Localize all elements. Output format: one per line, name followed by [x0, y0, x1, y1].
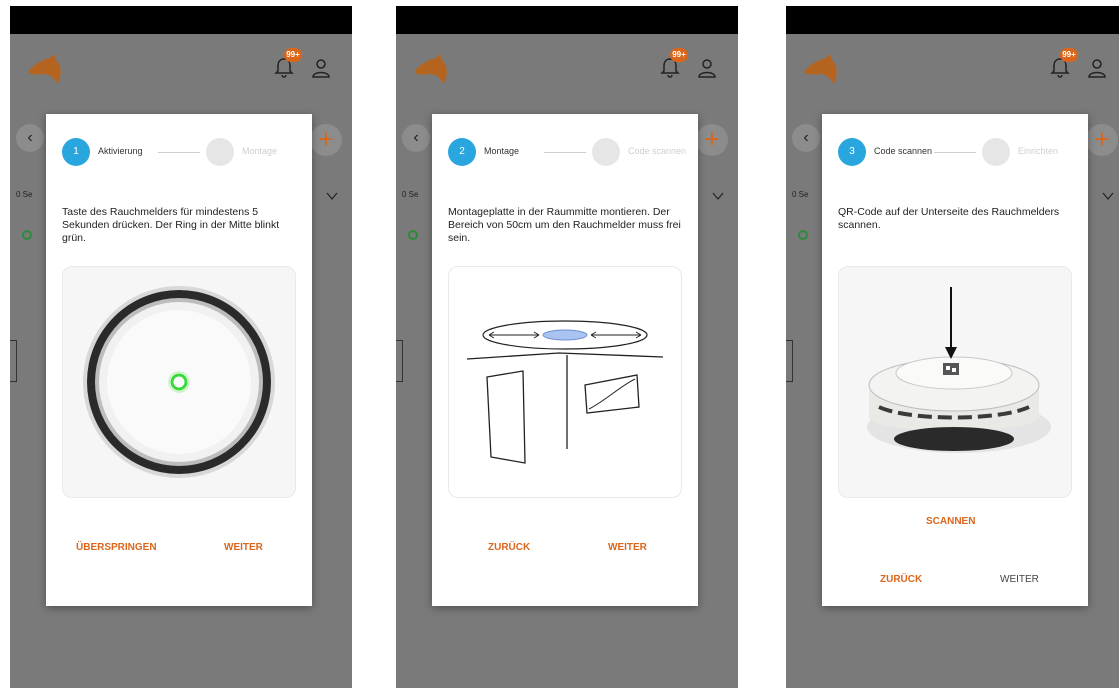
side-handle[interactable] — [396, 340, 403, 382]
back-button[interactable]: ‹ — [16, 124, 44, 152]
horse-logo-icon — [28, 54, 61, 84]
instruction-text: QR-Code auf der Unterseite des Rauchmeld… — [838, 206, 1060, 231]
side-handle[interactable] — [10, 340, 17, 382]
step-indicator-next: 2 — [206, 138, 234, 166]
chevron-down-icon[interactable] — [326, 190, 338, 202]
step-indicator-next: 4 — [982, 138, 1010, 166]
app-bar: 99+ — [10, 34, 352, 100]
notification-badge: 99+ — [284, 48, 302, 62]
app-bar: 99+ — [786, 34, 1119, 100]
next-button[interactable]: WEITER — [608, 542, 647, 553]
side-handle[interactable] — [786, 340, 793, 382]
background-list-text: 0 Se — [402, 190, 419, 199]
notification-badge: 99+ — [670, 48, 688, 62]
mounting-diagram-icon — [466, 320, 664, 464]
back-button[interactable]: ‹ — [402, 124, 430, 152]
app-bar: 99+ — [396, 34, 738, 100]
instruction-image — [448, 266, 682, 498]
scan-button[interactable]: SCANNEN — [926, 516, 975, 527]
stepper: 2 Montage 3 Code scannen — [448, 138, 698, 168]
setup-dialog: 3 Code scannen 4 Einrichten QR-Code auf … — [822, 114, 1088, 606]
smoke-detector-top-view-icon — [83, 286, 275, 478]
phone-screen-3: 99+ ‹ + 0 Se 3 Code scannen 4 Einrichten… — [786, 6, 1119, 688]
step-title: Aktivierung — [98, 146, 143, 156]
phone-screen-2: 99+ ‹ + 0 Se 2 Montage 3 Code scannen Mo… — [396, 6, 738, 688]
status-dot-icon — [798, 230, 808, 240]
stepper: 3 Code scannen 4 Einrichten — [838, 138, 1088, 168]
chevron-down-icon[interactable] — [1102, 190, 1114, 202]
step-indicator-active: 1 — [62, 138, 90, 166]
status-dot-icon — [22, 230, 32, 240]
back-button[interactable]: ZURÜCK — [488, 542, 530, 553]
step-indicator-active: 3 — [838, 138, 866, 166]
step-connector — [934, 152, 976, 153]
instruction-text: Taste des Rauchmelders für mindestens 5 … — [62, 206, 280, 244]
background-list-text: 0 Se — [792, 190, 809, 199]
instruction-image — [838, 266, 1072, 498]
status-dot-icon — [408, 230, 418, 240]
stepper: 1 Aktivierung 2 Montage — [62, 138, 312, 168]
next-step-title: Montage — [242, 146, 278, 156]
step-indicator-next: 3 — [592, 138, 620, 166]
setup-dialog: 1 Aktivierung 2 Montage Taste des Rauchm… — [46, 114, 312, 606]
background-list-text: 0 Se — [16, 190, 33, 199]
instruction-image — [62, 266, 296, 498]
back-button[interactable]: ‹ — [792, 124, 820, 152]
status-bar — [786, 6, 1119, 34]
status-bar — [396, 6, 738, 34]
notification-badge: 99+ — [1060, 48, 1078, 62]
add-button[interactable]: + — [1086, 124, 1118, 156]
step-indicator-active: 2 — [448, 138, 476, 166]
profile-icon[interactable] — [697, 58, 717, 78]
next-step-title: Einrichten — [1018, 146, 1059, 156]
horse-logo-icon — [414, 54, 447, 84]
next-step-title: Code scannen — [628, 146, 687, 156]
add-button[interactable]: + — [310, 124, 342, 156]
profile-icon[interactable] — [311, 58, 331, 78]
phone-screen-1: 99+ ‹ + 0 Se 1 Aktivierung 2 Montage Tas… — [10, 6, 352, 688]
next-button[interactable]: WEITER — [224, 542, 263, 553]
instruction-text: Montageplatte in der Raummitte montieren… — [448, 206, 681, 244]
next-button[interactable]: WEITER — [1000, 574, 1039, 585]
smoke-detector-qr-icon — [867, 287, 1051, 453]
step-title: Montage — [484, 146, 520, 156]
horse-logo-icon — [804, 54, 837, 84]
skip-button[interactable]: ÜBERSPRINGEN — [76, 542, 157, 553]
setup-dialog: 2 Montage 3 Code scannen Montageplatte i… — [432, 114, 698, 606]
status-bar — [10, 6, 352, 34]
chevron-down-icon[interactable] — [712, 190, 724, 202]
back-button[interactable]: ZURÜCK — [880, 574, 922, 585]
step-title: Code scannen — [874, 146, 933, 156]
step-connector — [158, 152, 200, 153]
add-button[interactable]: + — [696, 124, 728, 156]
step-connector — [544, 152, 586, 153]
profile-icon[interactable] — [1087, 58, 1107, 78]
